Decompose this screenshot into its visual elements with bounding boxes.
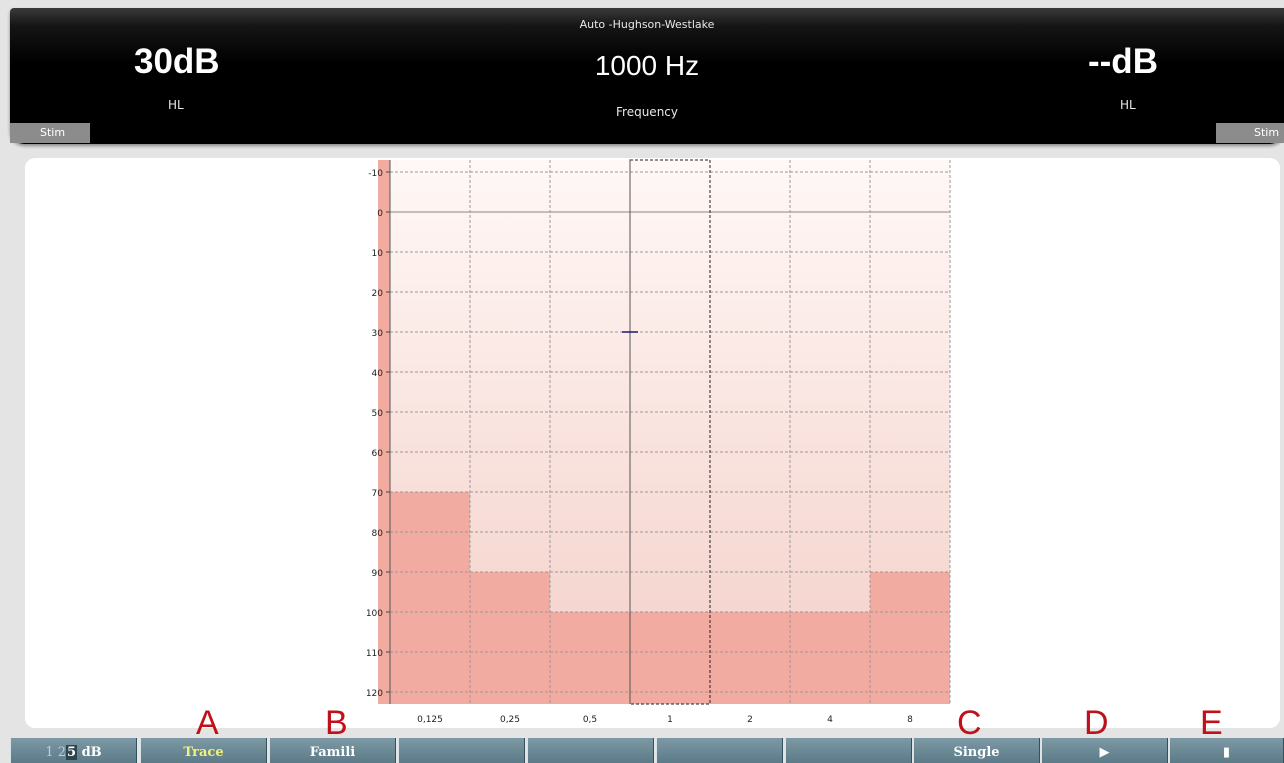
y-tick-label: 120 <box>366 689 383 699</box>
y-tick-label: 20 <box>372 289 384 299</box>
max-output-bar <box>630 612 710 704</box>
y-tick-label: 90 <box>372 569 384 579</box>
step-size-unit: dB <box>77 745 102 760</box>
x-tick-label: 8 <box>907 715 913 725</box>
max-output-bar <box>470 572 550 704</box>
step-size-prefix: 1 2 <box>45 745 67 760</box>
x-tick-label: 4 <box>827 715 833 725</box>
frequency-label: Frequency <box>616 105 678 119</box>
right-intensity-level: --dB <box>1088 42 1158 81</box>
max-output-bar <box>790 612 870 704</box>
x-tick-label: 0,5 <box>583 715 597 725</box>
y-tick-label: 110 <box>366 649 383 659</box>
function-key-7[interactable] <box>785 738 912 763</box>
x-tick-label: 2 <box>747 715 753 725</box>
x-tick-label: 1 <box>667 715 673 725</box>
x-tick-label: 0,25 <box>500 715 520 725</box>
y-tick-label: 100 <box>366 609 383 619</box>
left-limit-strip <box>378 160 390 704</box>
status-header: Auto -Hughson-Westlake 30dB 1000 Hz --dB… <box>10 8 1284 144</box>
y-tick-label: 10 <box>372 249 384 259</box>
y-tick-label: 40 <box>372 369 384 379</box>
function-key-4[interactable] <box>398 738 525 763</box>
annotation-label-e: E <box>1200 704 1223 742</box>
y-tick-label: 50 <box>372 409 384 419</box>
stim-indicator-right: Stim <box>1216 123 1284 143</box>
max-output-bar <box>390 492 470 704</box>
annotation-label-d: D <box>1084 704 1109 742</box>
max-output-bar <box>870 572 950 704</box>
stim-indicator-left: Stim <box>10 123 90 143</box>
audiogram-panel: -10 0 10 20 30 40 50 60 70 80 90 100 110 120 0,125 0,25… <box>25 158 1280 728</box>
protocol-name: Auto -Hughson-Westlake <box>579 18 715 31</box>
x-tick-label: 0,125 <box>417 715 443 725</box>
annotation-label-b: B <box>325 704 348 742</box>
y-tick-label: -10 <box>368 169 383 179</box>
max-output-bar <box>710 612 790 704</box>
y-tick-label: 80 <box>372 529 384 539</box>
y-tick-label: 60 <box>372 449 384 459</box>
audiogram-chart[interactable]: -10 0 10 20 30 40 50 60 70 80 90 100 110 120 0,125 0,25… <box>25 158 1280 728</box>
function-key-6[interactable] <box>656 738 783 763</box>
y-tick-label: 70 <box>372 489 384 499</box>
step-size-button[interactable]: 1 25 dB <box>10 738 137 763</box>
max-output-bar <box>550 612 630 704</box>
step-size-selected: 5 <box>66 745 78 760</box>
stop-button[interactable]: ▮ <box>1169 738 1284 763</box>
annotation-label-c: C <box>957 704 982 742</box>
function-key-5[interactable] <box>527 738 654 763</box>
y-tick-label: 30 <box>372 329 384 339</box>
right-unit-label: HL <box>1120 98 1136 112</box>
annotation-label-a: A <box>196 704 219 742</box>
y-tick-label: 0 <box>377 209 383 219</box>
